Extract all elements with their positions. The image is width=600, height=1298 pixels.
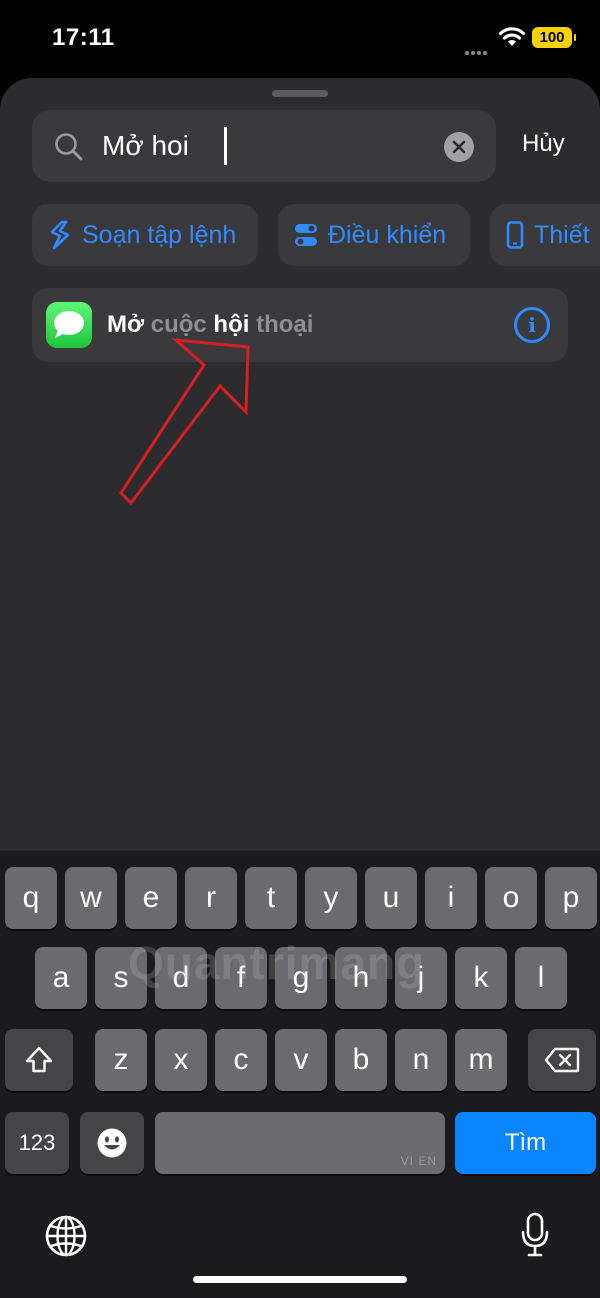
cellular-signal-icon — [465, 42, 489, 60]
key-e[interactable]: e — [125, 867, 177, 929]
result-title-part: Mở — [107, 311, 145, 338]
chip-controls[interactable]: Điều khiển — [278, 204, 470, 266]
key-k[interactable]: k — [455, 947, 507, 1009]
key-b[interactable]: b — [335, 1029, 387, 1091]
battery-indicator: 100 — [532, 27, 576, 48]
key-t[interactable]: t — [245, 867, 297, 929]
chip-label: Soạn tập lệnh — [82, 220, 237, 249]
key-r[interactable]: r — [185, 867, 237, 929]
key-i[interactable]: i — [425, 867, 477, 929]
home-indicator[interactable] — [193, 1276, 407, 1283]
wifi-icon — [498, 27, 526, 46]
key-n[interactable]: n — [395, 1029, 447, 1091]
result-title-part: hội — [213, 311, 250, 338]
chip-label: Điều khiển — [328, 220, 447, 249]
shift-icon — [25, 1046, 53, 1073]
category-chips: Soạn tập lệnh Điều khiển Thiết — [0, 204, 600, 266]
shift-key[interactable] — [5, 1029, 73, 1091]
emoji-key[interactable] — [80, 1112, 144, 1174]
chip-scripting[interactable]: Soạn tập lệnh — [32, 204, 258, 266]
info-icon: i — [528, 313, 536, 337]
key-w[interactable]: w — [65, 867, 117, 929]
chip-label: Thiết — [534, 220, 590, 249]
chip-device[interactable]: Thiết — [490, 204, 600, 266]
key-v[interactable]: v — [275, 1029, 327, 1091]
delete-icon — [544, 1047, 580, 1073]
emoji-icon — [97, 1128, 127, 1158]
search-field[interactable] — [32, 110, 496, 182]
result-title-part: cuộc — [144, 311, 214, 338]
status-time: 17:11 — [52, 24, 115, 51]
delete-key[interactable] — [528, 1029, 596, 1091]
status-bar: 17:11 100 — [0, 0, 600, 78]
key-a[interactable]: a — [35, 947, 87, 1009]
key-u[interactable]: u — [365, 867, 417, 929]
search-icon — [55, 133, 83, 161]
search-input[interactable] — [102, 122, 432, 170]
key-y[interactable]: y — [305, 867, 357, 929]
info-button[interactable]: i — [514, 307, 550, 343]
globe-icon[interactable] — [44, 1214, 88, 1258]
phone-icon — [506, 221, 524, 249]
language-indicator: VI EN — [400, 1154, 437, 1168]
key-o[interactable]: o — [485, 867, 537, 929]
microphone-icon[interactable] — [520, 1212, 550, 1258]
key-z[interactable]: z — [95, 1029, 147, 1091]
clear-search-button[interactable] — [444, 132, 474, 162]
search-result-open-conversation[interactable]: Mở cuộc hội thoại i — [32, 288, 568, 362]
text-caret — [224, 127, 227, 165]
messages-app-icon — [46, 302, 92, 348]
search-return-key[interactable]: Tìm — [455, 1112, 596, 1174]
cancel-button[interactable]: Hủy — [522, 130, 565, 158]
sheet-grabber[interactable] — [272, 90, 328, 97]
toggles-icon — [295, 224, 317, 246]
key-c[interactable]: c — [215, 1029, 267, 1091]
script-icon — [50, 220, 70, 250]
key-q[interactable]: q — [5, 867, 57, 929]
space-bar[interactable]: VI EN — [155, 1112, 445, 1174]
key-l[interactable]: l — [515, 947, 567, 1009]
numbers-key[interactable]: 123 — [5, 1112, 69, 1174]
keyboard: q w e r t y u i o p a s d f g h j k l z … — [0, 851, 600, 1298]
result-title-part: thoại — [249, 311, 314, 338]
result-title: Mở cuộc hội thoại — [107, 311, 313, 339]
key-m[interactable]: m — [455, 1029, 507, 1091]
key-p[interactable]: p — [545, 867, 597, 929]
close-icon — [452, 140, 466, 154]
watermark-text: Quantrimang — [128, 937, 426, 989]
key-x[interactable]: x — [155, 1029, 207, 1091]
